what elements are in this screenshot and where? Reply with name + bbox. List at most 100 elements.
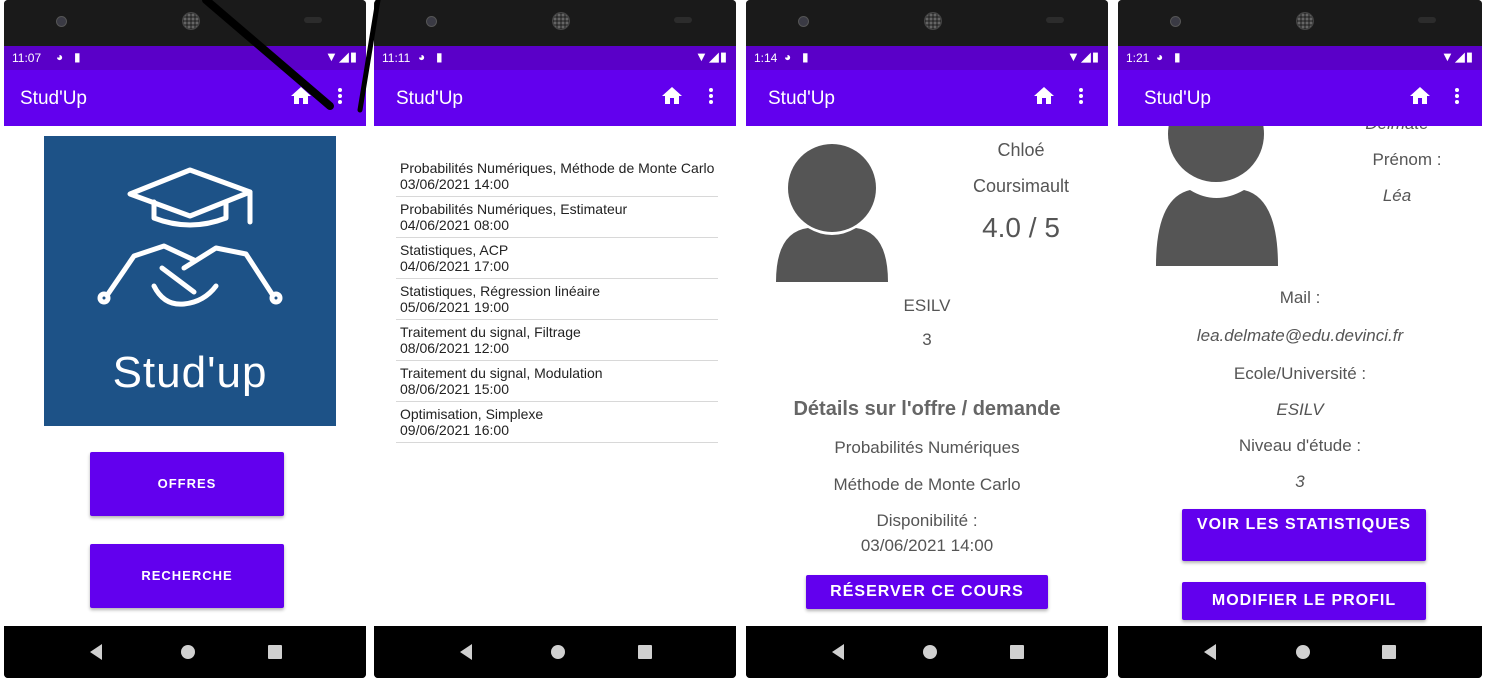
app-title: Stud'Up — [396, 88, 464, 109]
item-title: Traitement du signal, Modulation — [400, 365, 603, 381]
list-item[interactable]: Statistiques, ACP 04/06/2021 17:00 — [396, 238, 718, 279]
sd-card-icon: ▮ — [74, 50, 81, 64]
availability-value: 03/06/2021 14:00 — [860, 536, 994, 555]
app-bar: Stud'Up — [4, 70, 366, 126]
details-heading: Détails sur l'offre / demande — [793, 398, 1061, 420]
home-nav-icon[interactable] — [1296, 645, 1310, 659]
home-icon[interactable] — [660, 84, 684, 108]
sd-card-icon: ▮ — [802, 50, 809, 64]
school-value: ESILV — [1276, 400, 1324, 419]
home-icon[interactable] — [289, 84, 313, 108]
speaker — [182, 12, 200, 30]
list-item[interactable]: Traitement du signal, Filtrage 08/06/2021… — [396, 320, 718, 361]
item-date: 03/06/2021 14:00 — [400, 176, 509, 192]
avatar-icon — [776, 144, 888, 282]
signal-battery-icons: ▼◢▮ — [1066, 49, 1100, 64]
sensor — [1418, 17, 1436, 23]
mail-value: lea.delmate@edu.devinci.fr — [1196, 326, 1404, 345]
list-item[interactable]: Probabilités Numériques, Estimateur 04/06… — [396, 197, 718, 238]
sensor — [1046, 17, 1064, 23]
recents-icon[interactable] — [268, 645, 282, 659]
offer-detail-content: Chloé Coursimault 4.0 / 5 ESILV 3 Détail… — [746, 126, 1108, 626]
top-bezel — [4, 0, 366, 46]
item-title: Statistiques, Régression linéaire — [400, 283, 600, 299]
phone-screen-profile: 1:21 ◕ ▮ ▼◢▮ Stud'Up Delmate Prénom : Lé… — [1118, 0, 1482, 678]
item-date: 05/06/2021 19:00 — [400, 299, 509, 315]
offers-list: Probabilités Numériques, Méthode de Mont… — [396, 156, 718, 443]
sensor — [674, 17, 692, 23]
status-bar: 1:21 ◕ ▮ ▼◢▮ — [1118, 46, 1482, 70]
nav-bar — [1118, 626, 1482, 678]
nav-bar — [4, 626, 366, 678]
phone-screen-home: 11:07 ◕ ▮ ▼◢▮ Stud'Up Stud'up OFFRES REC… — [4, 0, 366, 678]
nav-bar — [374, 626, 736, 678]
camera — [426, 16, 437, 27]
offres-button[interactable]: OFFRES — [90, 452, 284, 516]
back-icon[interactable] — [460, 644, 472, 660]
signal-battery-icons: ▼◢▮ — [694, 49, 728, 64]
notification-icon: ◕ — [784, 50, 792, 64]
status-bar: 1:14 ◕ ▮ ▼◢▮ — [746, 46, 1108, 70]
list-item[interactable]: Statistiques, Régression linéaire 05/06/2… — [396, 279, 718, 320]
back-icon[interactable] — [1204, 644, 1216, 660]
home-nav-icon[interactable] — [181, 645, 195, 659]
sensor — [304, 17, 322, 23]
view-statistics-button[interactable]: VOIR LES STATISTIQUES — [1182, 509, 1426, 561]
profile-content: Delmate Prénom : Léa Mail : lea.delmate@… — [1118, 126, 1482, 626]
notification-icon: ◕ — [1156, 50, 1164, 64]
graduation-handshake-icon — [97, 167, 283, 307]
speaker — [552, 12, 570, 30]
app-title: Stud'Up — [20, 88, 88, 109]
more-vert-icon[interactable] — [335, 84, 345, 108]
recents-icon[interactable] — [1010, 645, 1024, 659]
camera — [1170, 16, 1181, 27]
edit-profile-button[interactable]: MODIFIER LE PROFIL — [1182, 582, 1426, 620]
home-icon[interactable] — [1408, 84, 1432, 108]
logo-text: Stud'up — [112, 348, 268, 397]
home-icon[interactable] — [1032, 84, 1056, 108]
school-label: Ecole/Université : — [1233, 364, 1367, 383]
home-nav-icon[interactable] — [551, 645, 565, 659]
status-time: 11:11 — [382, 51, 411, 65]
list-item[interactable]: Optimisation, Simplexe 09/06/2021 16:00 — [396, 402, 718, 443]
notification-icon: ◕ — [56, 50, 64, 64]
status-time: 1:21 — [1126, 51, 1150, 65]
tutor-lastname: Coursimault — [972, 176, 1070, 196]
item-date: 08/06/2021 12:00 — [400, 340, 509, 356]
mail-label: Mail : — [1279, 288, 1321, 307]
more-vert-icon[interactable] — [1452, 84, 1462, 108]
app-title: Stud'Up — [1144, 88, 1212, 109]
item-title: Probabilités Numériques, Méthode de Mont… — [400, 160, 715, 176]
status-time: 11:07 — [12, 51, 42, 65]
speaker — [924, 12, 942, 30]
item-date: 08/06/2021 15:00 — [400, 381, 509, 397]
firstname-value: Léa — [1382, 186, 1412, 205]
top-bezel — [374, 0, 736, 46]
phone-screen-offer-detail: 1:14 ◕ ▮ ▼◢▮ Stud'Up Chloé Coursimault 4… — [746, 0, 1108, 678]
back-icon[interactable] — [90, 644, 102, 660]
recents-icon[interactable] — [638, 645, 652, 659]
sd-card-icon: ▮ — [1174, 50, 1181, 64]
tutor-rating: 4.0 / 5 — [982, 212, 1060, 243]
home-nav-icon[interactable] — [923, 645, 937, 659]
tutor-firstname: Chloé — [997, 140, 1045, 160]
lastname-partial: Delmate — [1332, 126, 1462, 134]
list-item[interactable]: Probabilités Numériques, Méthode de Mont… — [396, 156, 718, 197]
recents-icon[interactable] — [1382, 645, 1396, 659]
notification-icon: ◕ — [418, 50, 426, 64]
studup-logo: Stud'up — [44, 136, 336, 426]
home-content: Stud'up OFFRES RECHERCHE — [4, 126, 366, 626]
camera — [798, 16, 809, 27]
more-vert-icon[interactable] — [706, 84, 716, 108]
nav-bar — [746, 626, 1108, 678]
offers-list-content: Probabilités Numériques, Méthode de Mont… — [374, 126, 736, 626]
more-vert-icon[interactable] — [1076, 84, 1086, 108]
back-icon[interactable] — [832, 644, 844, 660]
list-item[interactable]: Traitement du signal, Modulation 08/06/20… — [396, 361, 718, 402]
reserve-course-button[interactable]: RÉSERVER CE COURS — [806, 575, 1048, 609]
item-date: 04/06/2021 08:00 — [400, 217, 509, 233]
phone-screen-list: 11:11 ◕ ▮ ▼◢▮ Stud'Up Probabilités Numér… — [374, 0, 736, 678]
status-bar: 11:11 ◕ ▮ ▼◢▮ — [374, 46, 736, 70]
recherche-button[interactable]: RECHERCHE — [90, 544, 284, 608]
item-date: 04/06/2021 17:00 — [400, 258, 509, 274]
